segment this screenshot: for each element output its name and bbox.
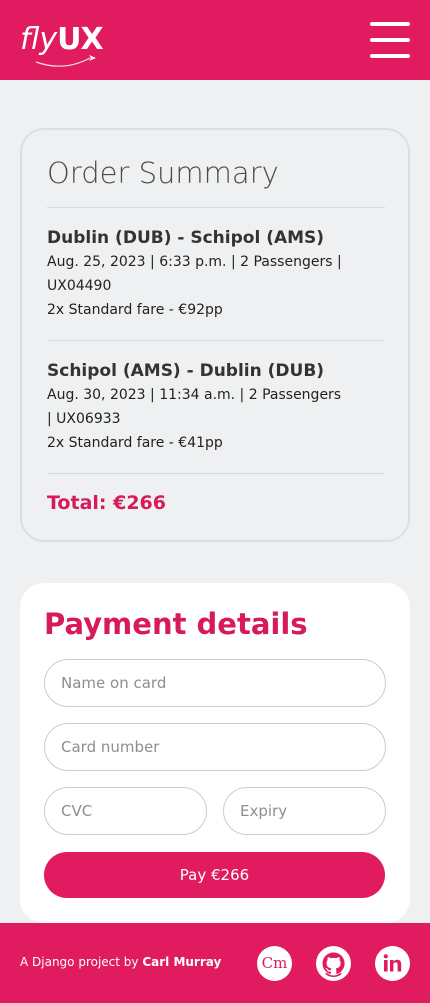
divider (47, 340, 385, 341)
payment-details-card: Payment details Pay €266 (20, 583, 410, 923)
flight-item-outbound: Dublin (DUB) - Schipol (AMS) Aug. 25, 20… (47, 226, 347, 322)
order-total: Total: €266 (47, 492, 167, 514)
divider (47, 473, 385, 474)
github-icon[interactable] (316, 946, 351, 981)
card-number-input[interactable] (44, 723, 386, 771)
pay-button[interactable]: Pay €266 (44, 852, 385, 898)
site-footer: A Django project by Carl Murray Cm (0, 923, 430, 1003)
hamburger-menu-icon[interactable] (368, 20, 412, 60)
flight-fare: 2x Standard fare - €41pp (47, 435, 223, 451)
credit-prefix: A Django project by (20, 955, 143, 969)
flight-route: Schipol (AMS) - Dublin (DUB) (47, 361, 325, 381)
name-on-card-input[interactable] (44, 659, 386, 707)
linkedin-icon[interactable] (375, 946, 410, 981)
site-header: flyUX (0, 0, 430, 80)
flyux-logo[interactable]: flyUX (20, 20, 110, 70)
flight-details: Aug. 25, 2023 | 6:33 p.m. | 2 Passengers… (47, 254, 342, 294)
plane-swoosh-icon (35, 55, 96, 67)
credit-author-link[interactable]: Carl Murray (142, 955, 221, 969)
flight-route: Dublin (DUB) - Schipol (AMS) (47, 228, 325, 248)
linkedin-glyph (383, 954, 402, 972)
order-summary-title: Order Summary (47, 156, 279, 190)
cm-label: Cm (261, 954, 288, 972)
cm-portfolio-icon[interactable]: Cm (257, 946, 292, 981)
payment-details-title: Payment details (44, 607, 308, 641)
flight-item-return: Schipol (AMS) - Dublin (DUB) Aug. 30, 20… (47, 359, 347, 455)
expiry-input[interactable] (223, 787, 386, 835)
flight-details: Aug. 30, 2023 | 11:34 a.m. | 2 Passenger… (47, 387, 342, 427)
divider (47, 207, 385, 208)
footer-credit: A Django project by Carl Murray (20, 955, 221, 969)
order-summary-card: Order Summary Dublin (DUB) - Schipol (AM… (20, 128, 410, 542)
github-glyph (322, 952, 345, 977)
flight-fare: 2x Standard fare - €92pp (47, 302, 223, 318)
cvc-input[interactable] (44, 787, 207, 835)
